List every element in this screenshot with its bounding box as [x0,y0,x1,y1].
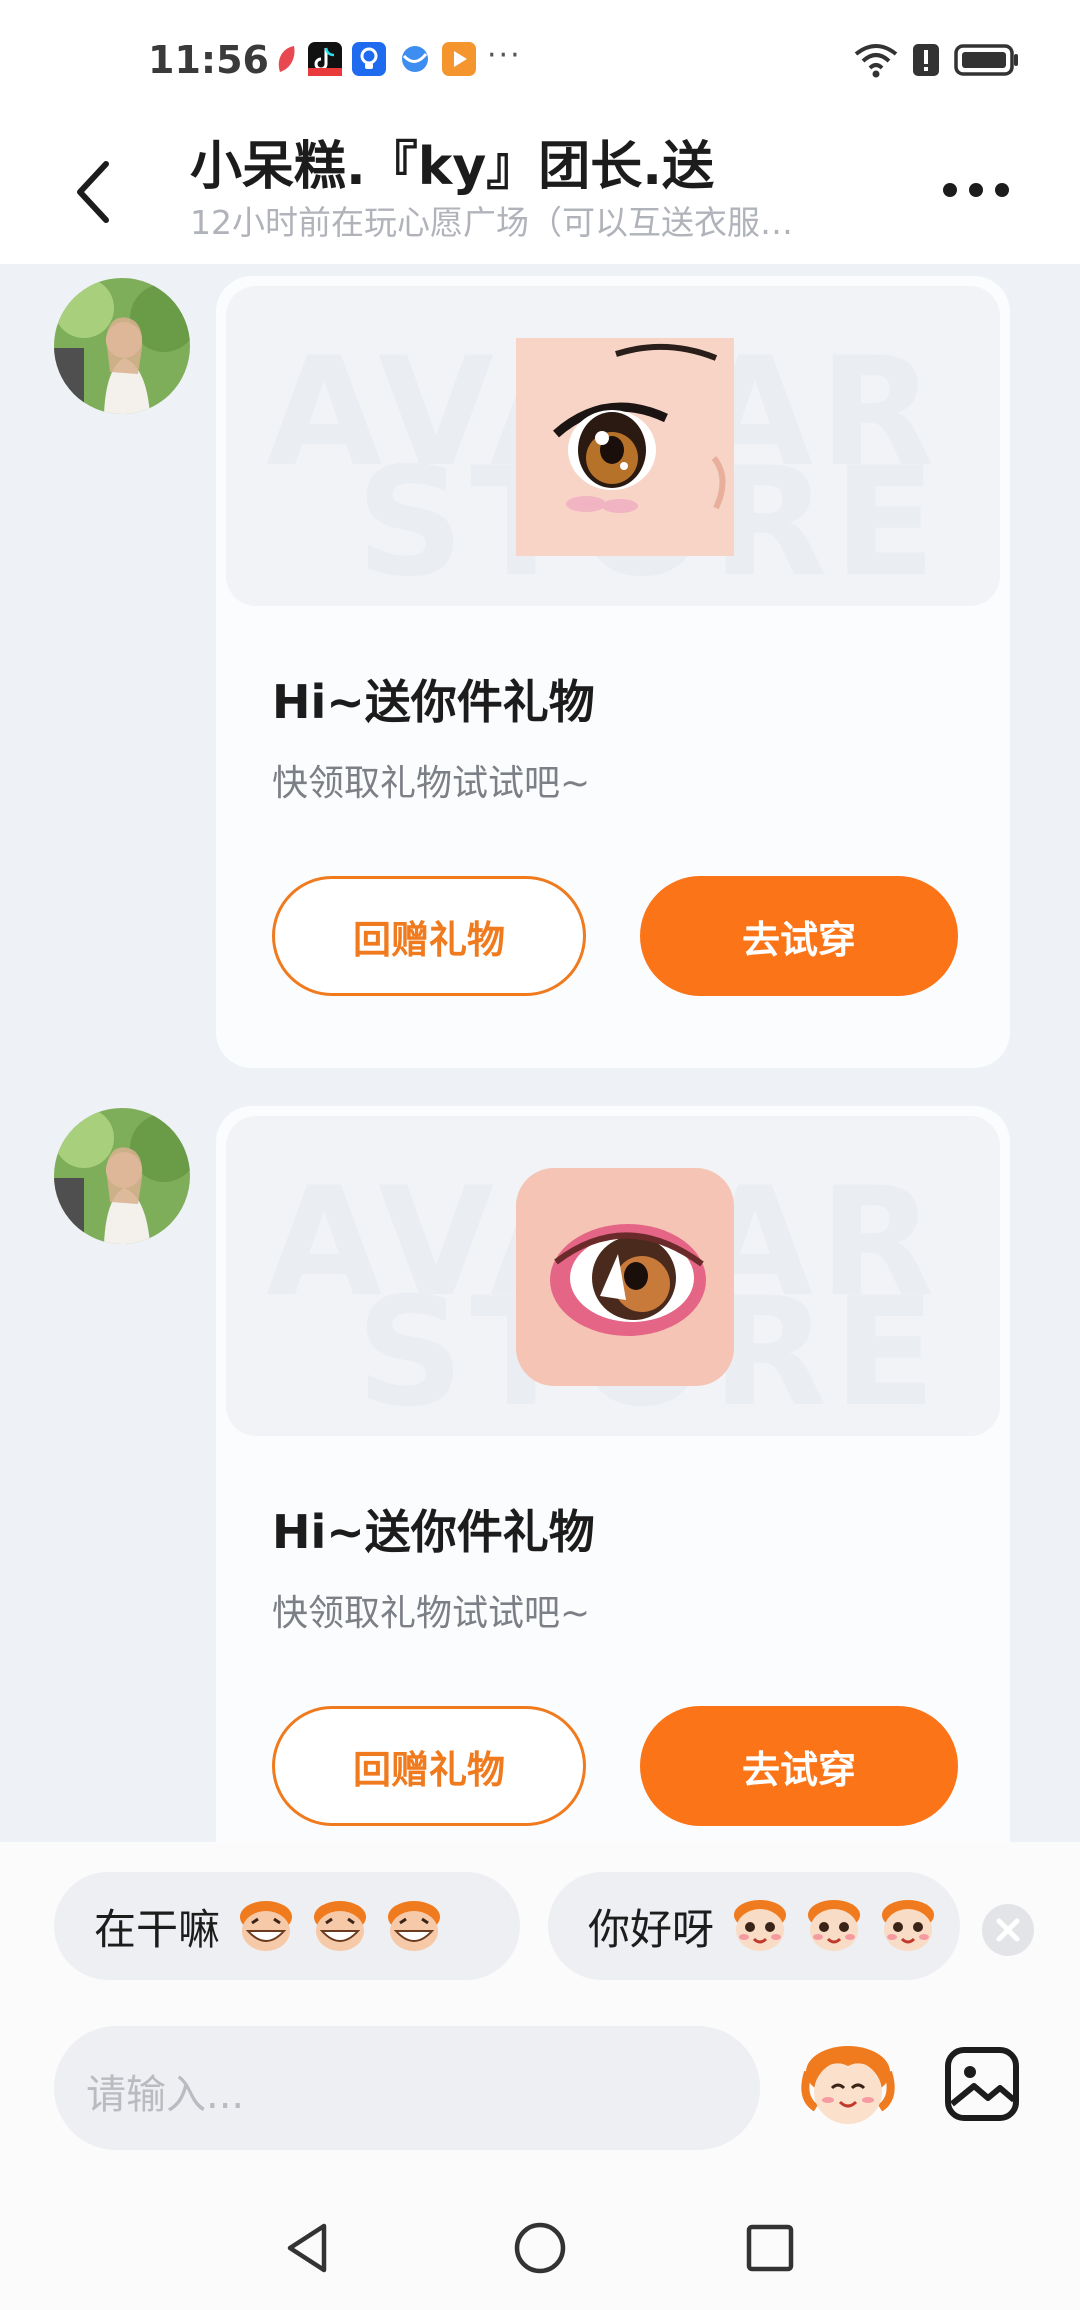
system-nav-bar [0,2182,1080,2310]
nav-recents-button[interactable] [740,2218,800,2278]
triangle-back-icon [287,2223,327,2273]
chevron-left-icon [77,161,109,223]
try-on-button[interactable]: 去试穿 [640,1706,958,1826]
image-icon [945,2047,1019,2121]
nav-back-button[interactable] [278,2218,338,2278]
circle-home-icon [514,2222,566,2274]
smiling-mascot-emoji-icon [734,1900,787,1951]
chat-title[interactable]: 小呆糕.『ky』团长.送 [190,124,714,199]
sender-avatar[interactable] [54,278,190,414]
gift-message-card: AVATAR STORE Hi~送你件礼物 快领取礼物试试吧~ 回赠礼物 去试穿 [216,1106,1010,1898]
red-leaf-app-icon [270,42,304,76]
status-bar: 11:56 ··· [0,0,1080,118]
gift-message-desc: 快领取礼物试试吧~ [272,1593,591,1634]
gift-preview: AVATAR STORE [226,286,1000,606]
more-dots-icon [943,183,1009,197]
tiktok-icon [308,42,342,76]
grinning-mascot-emoji-icon [240,1901,293,1951]
message-input-placeholder: 请输入... [86,2072,245,2118]
wifi-icon [854,42,898,82]
gift-message-title: Hi~送你件礼物 [272,675,595,729]
smiling-mascot-emoji-icon [882,1900,935,1951]
gift-message-card: AVATAR STORE Hi~送你件礼物 快领取礼物试试吧~ 回赠礼物 去试穿 [216,276,1010,1068]
quick-reply-chip[interactable]: 你好呀 [548,1872,960,1980]
gift-item-image[interactable] [516,338,734,556]
quick-reply-text: 在干嘛 [94,1904,221,1954]
video-play-app-icon [442,42,476,76]
nav-home-button[interactable] [510,2218,570,2278]
close-quick-replies-button[interactable] [982,1904,1034,1956]
status-time: 11:56 [148,38,269,82]
browser-icon [398,42,432,76]
return-gift-button[interactable]: 回赠礼物 [272,876,586,996]
grinning-mascot-emoji-icon [314,1901,367,1951]
battery-icon [954,42,1020,82]
quick-reply-text: 你好呀 [588,1904,715,1954]
mascot-sticker-icon [801,2046,895,2124]
grinning-mascot-emoji-icon [388,1901,441,1951]
image-picker-button[interactable] [944,2046,1020,2122]
close-icon [996,1918,1020,1942]
gift-message-title: Hi~送你件礼物 [272,1505,595,1559]
back-button[interactable] [66,152,126,232]
message-input[interactable]: 请输入... [54,2026,760,2150]
try-on-button[interactable]: 去试穿 [640,876,958,996]
sender-avatar[interactable] [54,1108,190,1244]
gift-message-desc: 快领取礼物试试吧~ [272,763,591,804]
return-gift-button[interactable]: 回赠礼物 [272,1706,586,1826]
gift-preview: AVATAR STORE [226,1116,1000,1436]
sticker-button[interactable] [800,2038,896,2134]
chat-subtitle: 12小时前在玩心愿广场（可以互送衣服… [190,203,793,242]
chat-header: 小呆糕.『ky』团长.送 12小时前在玩心愿广场（可以互送衣服… [0,118,1080,264]
quick-reply-chip[interactable]: 在干嘛 [54,1872,520,1980]
lightbulb-app-icon [352,42,386,76]
smiling-mascot-emoji-icon [808,1900,861,1951]
more-menu-button[interactable] [936,170,1016,210]
alert-icon [912,42,940,82]
message-composer: 在干嘛 你好呀 请输入... [0,1842,1080,2182]
square-recents-icon [746,2224,794,2272]
gift-item-image[interactable] [516,1168,734,1386]
status-overflow-icon: ··· [487,38,522,73]
